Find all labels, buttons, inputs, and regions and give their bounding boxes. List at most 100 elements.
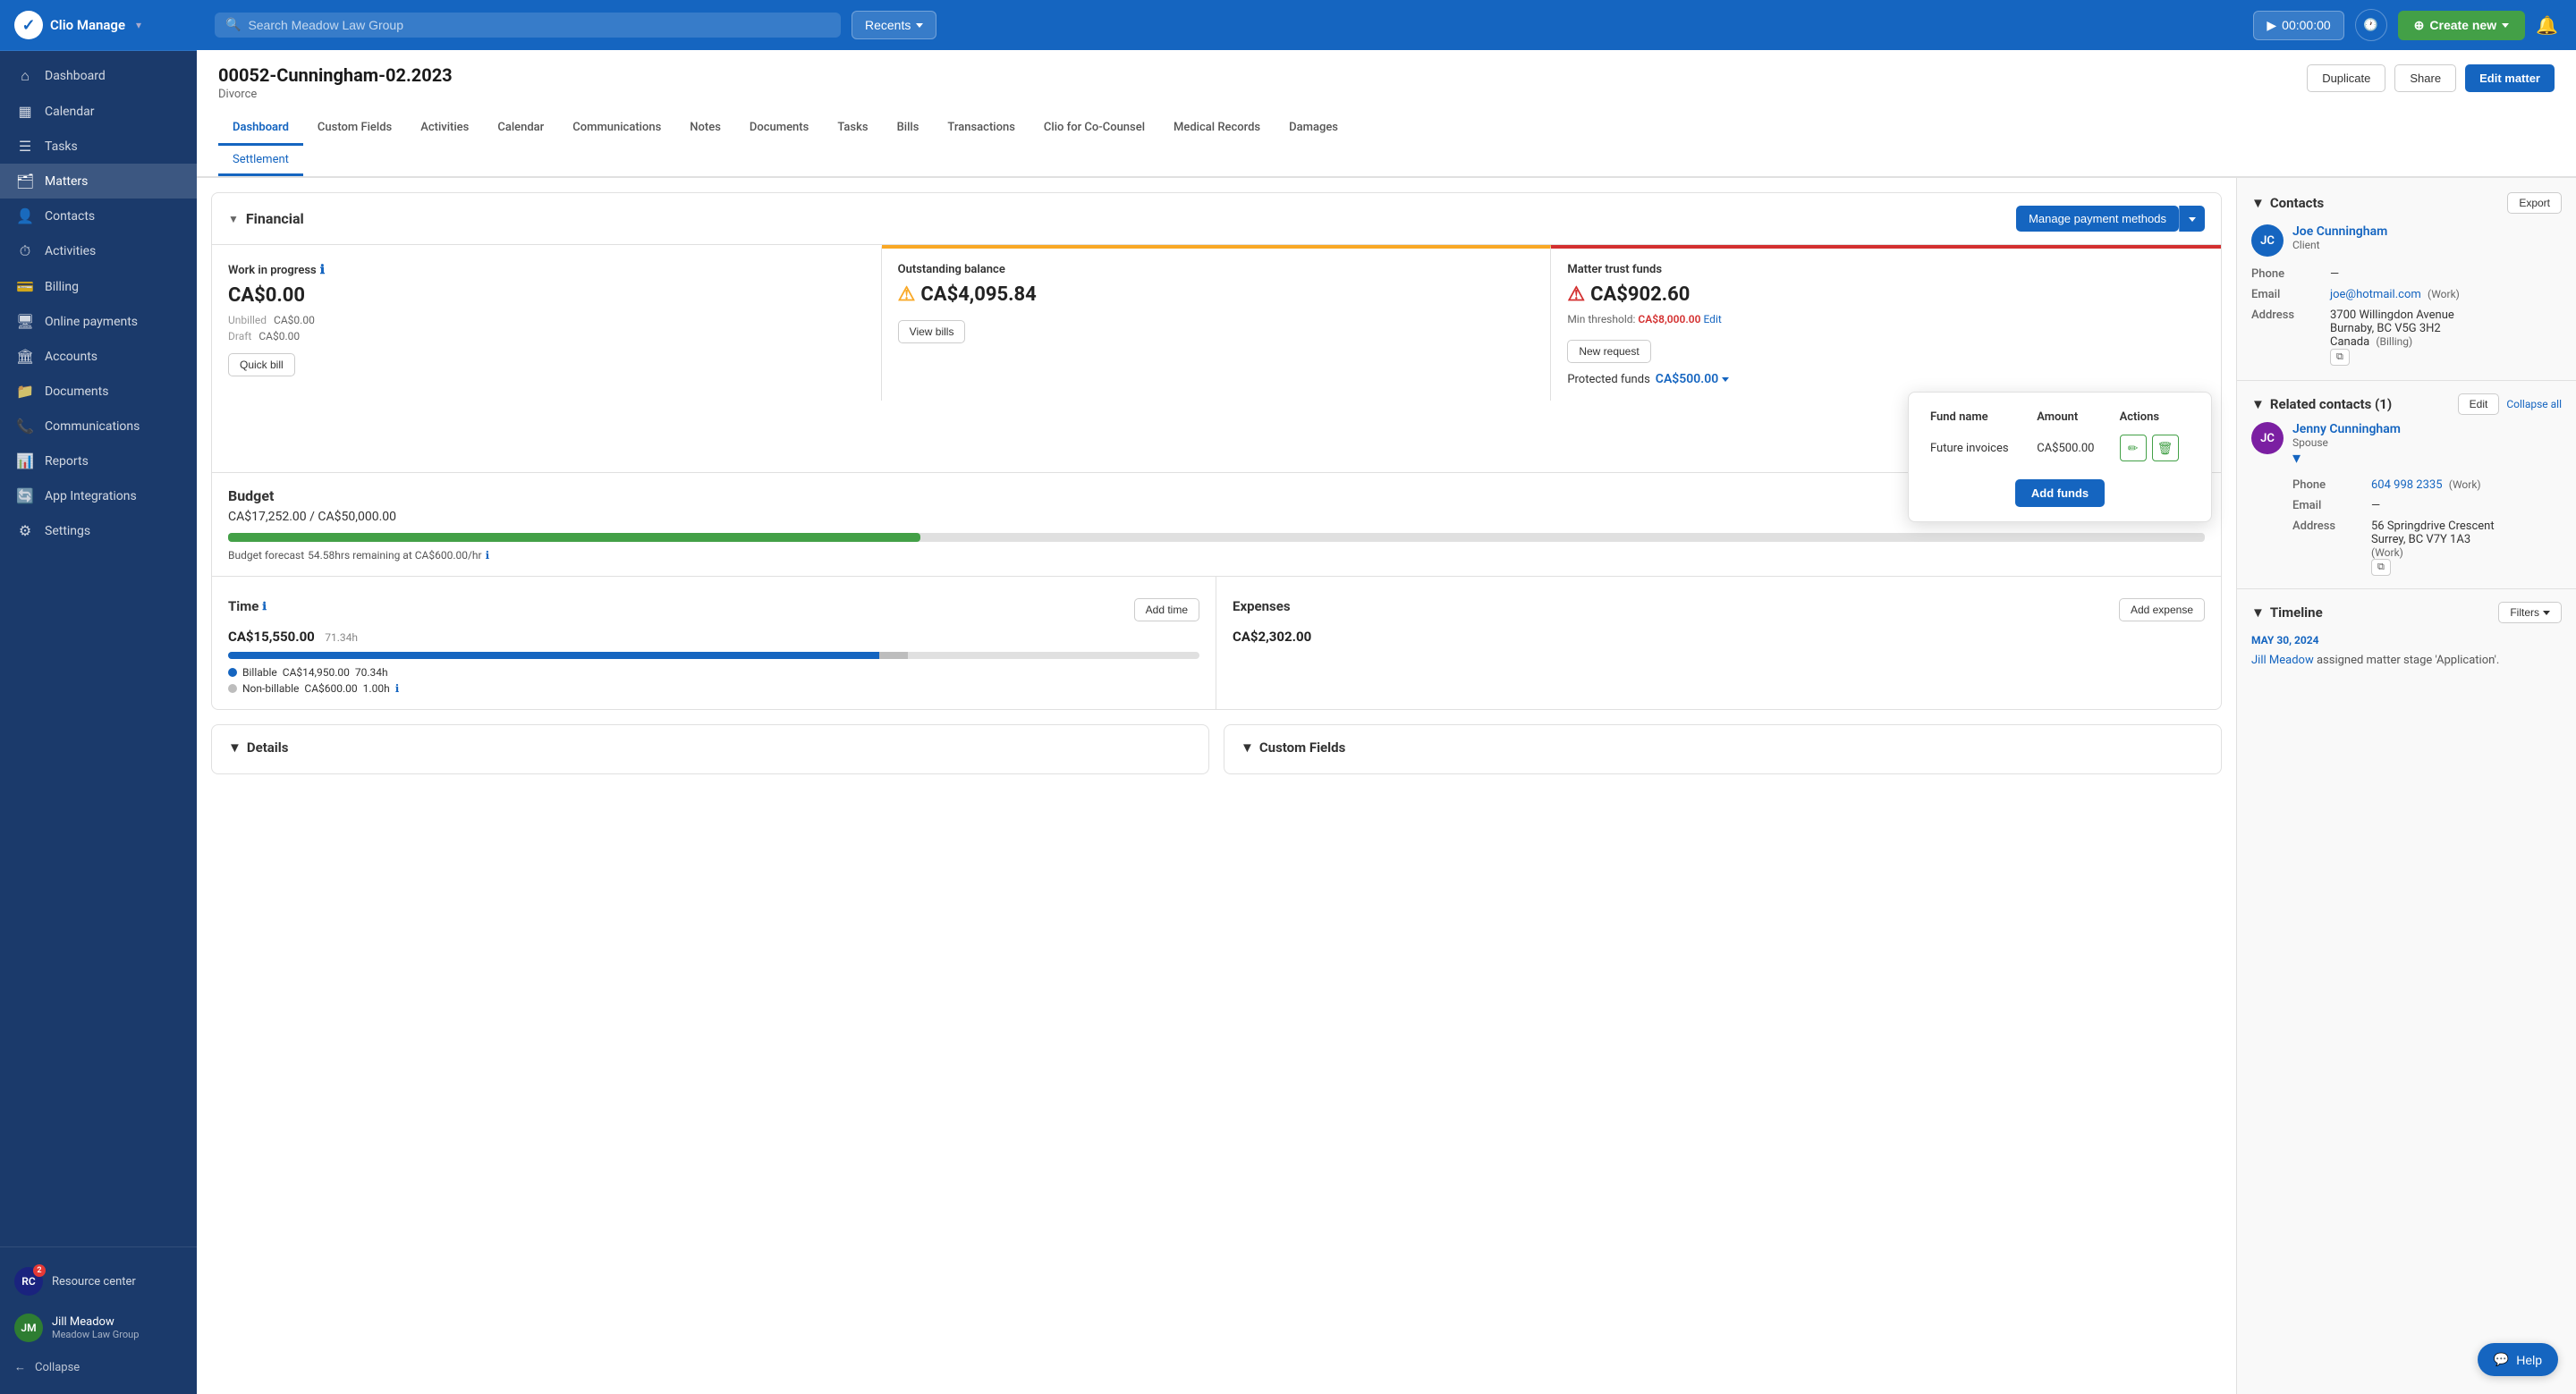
tab-damages[interactable]: Damages: [1275, 112, 1352, 146]
related-phone-link[interactable]: 604 998 2335: [2371, 478, 2443, 492]
sidebar-logo[interactable]: ✓ Clio Manage ▾: [0, 0, 197, 51]
sidebar-item-activities[interactable]: ⏱ Activities: [0, 233, 197, 269]
tab-documents[interactable]: Documents: [735, 112, 823, 146]
budget-info-icon[interactable]: ℹ: [486, 549, 490, 562]
manage-payment-button[interactable]: Manage payment methods: [2016, 206, 2179, 232]
trust-label: Matter trust funds: [1567, 263, 2205, 276]
timeline-user-link[interactable]: Jill Meadow: [2251, 654, 2314, 667]
wip-unbilled: Unbilled CA$0.00: [228, 314, 865, 326]
tab-settlement[interactable]: Settlement: [218, 146, 303, 176]
add-expense-button[interactable]: Add expense: [2119, 598, 2205, 621]
tab-medical-records[interactable]: Medical Records: [1159, 112, 1275, 146]
resource-center-avatar: RC 2: [14, 1267, 43, 1296]
tab-custom-fields[interactable]: Custom Fields: [303, 112, 406, 146]
sidebar-item-matters[interactable]: 🗂 Matters: [0, 164, 197, 199]
time-legend: Billable CA$14,950.00 70.34h Non-billabl…: [228, 666, 1199, 695]
sidebar-item-reports[interactable]: 📊 Reports: [0, 444, 197, 478]
right-panel: ▼ Contacts Export JC Joe Cunningham Clie…: [2236, 178, 2576, 1394]
bottom-cards: ▼ Details ▼ Custom Fields: [211, 724, 2222, 774]
related-expand-icon[interactable]: ▾: [2292, 449, 2301, 468]
search-input[interactable]: [248, 18, 830, 32]
client-name-link[interactable]: Joe Cunningham: [2292, 224, 2387, 239]
add-time-button[interactable]: Add time: [1134, 598, 1199, 621]
integrations-icon: 🔄: [16, 487, 34, 504]
sidebar-item-settings[interactable]: ⚙ Settings: [0, 513, 197, 548]
app-name: Clio Manage: [50, 17, 125, 33]
arrow-left-icon: ←: [14, 1360, 26, 1374]
sidebar-item-accounts[interactable]: 🏛 Accounts: [0, 339, 197, 374]
wip-label: Work in progress ℹ: [228, 263, 865, 277]
clock-button[interactable]: 🕐: [2355, 9, 2387, 41]
tab-transactions[interactable]: Transactions: [933, 112, 1030, 146]
custom-fields-card: ▼ Custom Fields: [1224, 724, 2222, 774]
billable-dot: [228, 668, 237, 677]
tab-notes[interactable]: Notes: [675, 112, 735, 146]
collapse-all-link[interactable]: Collapse all: [2506, 398, 2562, 410]
resource-center-btn[interactable]: RC 2 Resource center: [0, 1258, 197, 1305]
sidebar-item-communications[interactable]: 📞 Communications: [0, 409, 197, 444]
sidebar-item-integrations[interactable]: 🔄 App Integrations: [0, 478, 197, 513]
plus-icon: ⊕: [2414, 18, 2425, 33]
tab-communications[interactable]: Communications: [558, 112, 675, 146]
related-contacts-header: ▼ Related contacts (1) Edit Collapse all: [2251, 393, 2562, 415]
manage-payment-btn-group: Manage payment methods: [2016, 206, 2205, 232]
collapse-button[interactable]: ← Collapse: [0, 1351, 197, 1383]
protected-funds-link[interactable]: CA$500.00: [1656, 372, 1729, 386]
logo-chevron: ▾: [136, 19, 141, 31]
related-edit-button[interactable]: Edit: [2458, 393, 2500, 415]
new-request-button[interactable]: New request: [1567, 340, 1650, 363]
wip-draft: Draft CA$0.00: [228, 330, 865, 342]
time-progress-bar: [228, 652, 1199, 659]
related-name-link[interactable]: Jenny Cunningham: [2292, 422, 2401, 436]
sidebar-item-dashboard[interactable]: ⌂ Dashboard: [0, 58, 197, 94]
tab-bills[interactable]: Bills: [883, 112, 934, 146]
create-new-button[interactable]: ⊕ Create new: [2398, 11, 2525, 40]
client-phone-row: Phone —: [2251, 267, 2562, 281]
copy-address-button[interactable]: ⧉: [2330, 349, 2350, 366]
tab-activities[interactable]: Activities: [406, 112, 483, 146]
contacts-icon: 👤: [16, 207, 34, 224]
client-email-link[interactable]: joe@hotmail.com: [2330, 288, 2421, 301]
manage-payment-dropdown[interactable]: [2179, 206, 2205, 232]
share-button[interactable]: Share: [2394, 64, 2456, 92]
billable-legend: Billable CA$14,950.00 70.34h: [228, 666, 1199, 679]
sidebar-item-billing[interactable]: 💳 Billing: [0, 269, 197, 304]
fund-name-col-header: Fund name: [1923, 407, 2029, 427]
financial-collapse-icon[interactable]: ▼: [228, 213, 239, 225]
copy-related-address-button[interactable]: ⧉: [2371, 559, 2391, 576]
phone-label: Phone: [2251, 267, 2323, 281]
export-button[interactable]: Export: [2507, 192, 2562, 214]
add-funds-button[interactable]: Add funds: [2015, 479, 2105, 507]
duplicate-button[interactable]: Duplicate: [2307, 64, 2385, 92]
view-bills-button[interactable]: View bills: [898, 320, 966, 343]
time-info-icon[interactable]: ℹ: [262, 600, 267, 613]
timeline-filters-button[interactable]: Filters: [2498, 602, 2562, 623]
delete-fund-button[interactable]: 🗑: [2152, 435, 2179, 461]
tab-calendar[interactable]: Calendar: [483, 112, 558, 146]
tab-dashboard[interactable]: Dashboard: [218, 112, 303, 146]
quick-bill-button[interactable]: Quick bill: [228, 353, 295, 376]
nonbillable-legend: Non-billable CA$600.00 1.00h ℹ: [228, 682, 1199, 695]
wip-info-icon[interactable]: ℹ: [320, 263, 325, 277]
notifications-button[interactable]: 🔔: [2536, 14, 2558, 37]
timer-button[interactable]: ▶ 00:00:00: [2253, 11, 2343, 40]
sidebar-item-tasks[interactable]: ☰ Tasks: [0, 129, 197, 164]
edit-matter-button[interactable]: Edit matter: [2465, 64, 2555, 92]
tab-tasks[interactable]: Tasks: [823, 112, 882, 146]
resource-center-badge: 2: [33, 1264, 46, 1277]
tab-co-counsel[interactable]: Clio for Co-Counsel: [1030, 112, 1159, 146]
sidebar-item-contacts[interactable]: 👤 Contacts: [0, 199, 197, 233]
body-layout: ▼ Financial Manage payment methods: [197, 178, 2576, 1394]
related-contact-row: JC Jenny Cunningham Spouse ▾: [2251, 422, 2562, 468]
nonbillable-info-icon[interactable]: ℹ: [395, 682, 400, 695]
sidebar-item-online-payments[interactable]: 🖥 Online payments: [0, 304, 197, 339]
edit-fund-button[interactable]: ✏: [2120, 435, 2147, 461]
threshold-edit-link[interactable]: Edit: [1703, 313, 1721, 325]
help-button[interactable]: 💬 Help: [2478, 1343, 2558, 1376]
documents-icon: 📁: [16, 383, 34, 400]
user-profile[interactable]: JM Jill Meadow Meadow Law Group: [0, 1305, 197, 1351]
sidebar-item-calendar[interactable]: ▦ Calendar: [0, 94, 197, 129]
recents-button[interactable]: Recents: [852, 11, 936, 39]
sidebar-item-documents[interactable]: 📁 Documents: [0, 374, 197, 409]
play-icon: ▶: [2267, 18, 2276, 33]
